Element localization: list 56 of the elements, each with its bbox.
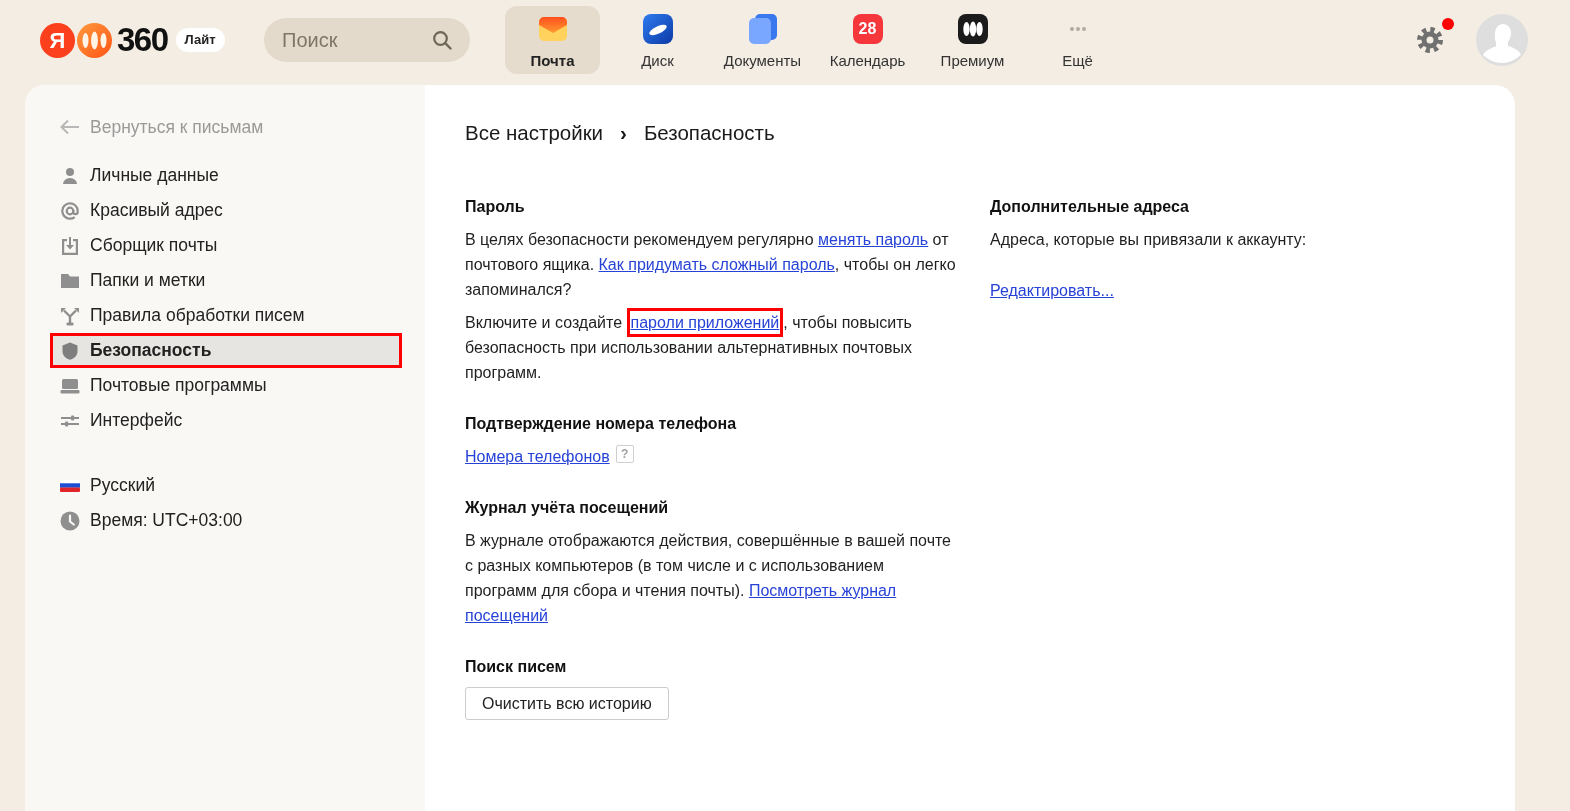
preference-item[interactable]: Русский xyxy=(50,468,402,503)
logo-text[interactable]: 360 xyxy=(117,22,168,58)
plan-badge: Лайт xyxy=(175,28,225,52)
envelope-icon xyxy=(537,14,568,44)
text-link[interactable]: менять пароль xyxy=(818,231,929,248)
breadcrumb-link[interactable]: Все настройки xyxy=(465,121,604,145)
app-tab[interactable]: Ещё xyxy=(1030,6,1125,74)
ovals-icon xyxy=(957,14,988,44)
clear-button[interactable]: Очистить всю историю xyxy=(465,687,669,720)
paragraph-text: Включите и создайте пароли приложений , чтобы повысить безопасность при использовании альтернативных почтовых программ. xyxy=(465,310,960,385)
flag-icon xyxy=(60,479,80,492)
section-title: Поиск писем xyxy=(465,657,568,677)
sidebar-item[interactable]: Правила обработки писем xyxy=(50,298,402,333)
paragraph-text: В журнале отображаются действия, совершённые в вашей почте с разных компьютеров (в том числе и с использованием программ для сбора и чтения почты). Посмотреть журнал посещений xyxy=(465,531,952,626)
arrow-left-icon xyxy=(60,119,80,135)
search-field[interactable]: Поиск xyxy=(264,18,470,62)
settings-icon xyxy=(1417,27,1443,53)
section-title: Журнал учёта посещений xyxy=(465,498,670,518)
download-tray-icon xyxy=(60,235,80,256)
search-icon[interactable] xyxy=(432,30,452,50)
breadcrumb-current: Безопасность xyxy=(643,121,775,145)
sidebar-item[interactable]: Папки и метки xyxy=(50,263,402,298)
app-tab[interactable]: Премиум xyxy=(925,6,1020,74)
clock-icon xyxy=(60,510,80,531)
text-link[interactable]: Посмотреть журнал xyxy=(748,582,897,599)
paragraph-text: В целях безопасности рекомендуем регулярно менять пароль от почтового ящика. Как придумать сложный пароль, чтобы он легко запоминался? xyxy=(465,230,957,300)
sidebar-item[interactable]: Личные данные xyxy=(50,158,402,193)
breadcrumb-separator: › xyxy=(620,121,627,145)
section-title: Дополнительные адреса xyxy=(990,197,1190,217)
section-title: Подтверждение номера телефона xyxy=(465,414,738,434)
app-tab[interactable]: 28 Календарь xyxy=(820,6,915,74)
paragraph-text: Адреса, которые вы привязали к аккаунту: xyxy=(990,230,1308,250)
shield-icon xyxy=(60,340,80,361)
text-link[interactable]: посещений xyxy=(465,607,549,624)
sidebar-item[interactable]: Почтовые программы xyxy=(50,368,402,403)
app-tab[interactable]: Почта xyxy=(505,6,600,74)
logo-mark[interactable]: Я xyxy=(40,22,75,58)
sidebar-item[interactable]: Интерфейс xyxy=(50,403,402,438)
calendar-icon: 28 xyxy=(852,14,883,44)
sidebar-item[interactable]: Безопасность xyxy=(50,333,402,368)
logo-icon[interactable] xyxy=(77,22,112,58)
text-link[interactable]: Редактировать... xyxy=(990,282,1114,299)
documents-icon xyxy=(747,14,778,44)
text-link[interactable]: пароли приложений xyxy=(626,308,784,337)
sidebar-item[interactable]: Сборщик почты xyxy=(50,228,402,263)
app-tab[interactable]: Документы xyxy=(715,6,810,74)
person-icon xyxy=(60,165,80,186)
preference-item[interactable]: Время: UTC+03:00 xyxy=(50,503,402,538)
split-arrows-icon xyxy=(60,305,80,326)
section-title: Пароль xyxy=(465,197,526,217)
text-link[interactable]: Номера телефонов xyxy=(465,448,610,465)
text-link[interactable]: Как придумать сложный пароль xyxy=(598,256,835,273)
more-icon xyxy=(1069,27,1086,31)
app-tab[interactable]: Диск xyxy=(610,6,705,74)
sidebar-item[interactable]: Красивый адрес xyxy=(50,193,402,228)
at-sign-icon xyxy=(60,200,80,221)
